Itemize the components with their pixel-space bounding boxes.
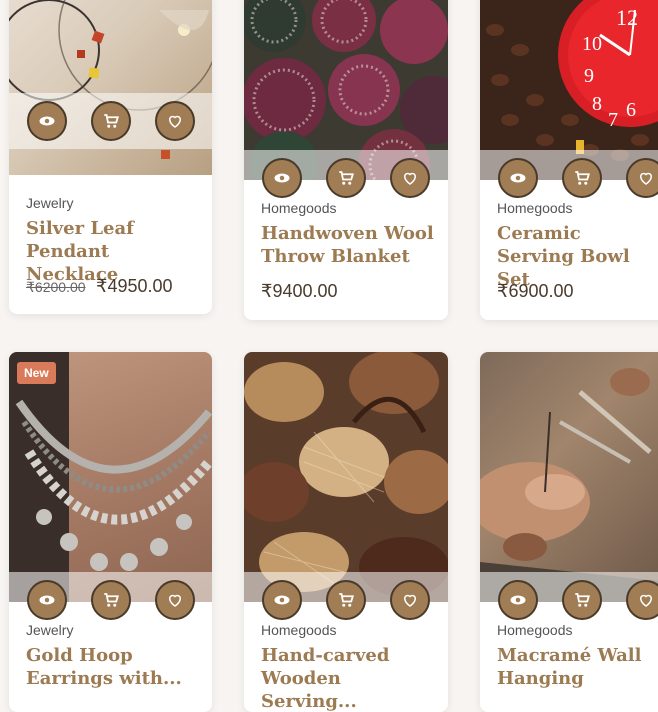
wishlist-button[interactable] <box>390 158 430 198</box>
add-to-cart-button[interactable] <box>91 580 131 620</box>
product-price: ₹9400.00 <box>261 281 338 301</box>
add-to-cart-button[interactable] <box>326 158 366 198</box>
cart-icon <box>575 171 590 185</box>
product-actions <box>9 572 212 620</box>
product-card[interactable]: Homegoods Handwoven Wool Throw Blanket ₹… <box>244 0 448 320</box>
product-title[interactable]: Hand-carved Wooden Serving... <box>261 644 438 712</box>
heart-icon <box>639 172 653 185</box>
eye-icon <box>39 116 55 126</box>
product-card[interactable]: Homegoods Hand-carved Wooden Serving... <box>244 352 448 712</box>
product-actions <box>480 572 658 620</box>
product-category: Homegoods <box>261 200 337 216</box>
product-card[interactable]: Jewelry Silver Leaf Pendant Necklace ₹62… <box>9 0 212 314</box>
cart-icon <box>104 593 119 607</box>
cart-icon <box>339 593 354 607</box>
view-button[interactable] <box>262 158 302 198</box>
product-title[interactable]: Macramé Wall Hanging <box>497 644 658 690</box>
view-button[interactable] <box>262 580 302 620</box>
eye-icon <box>510 595 526 605</box>
product-category: Jewelry <box>26 622 74 638</box>
product-price: ₹4950.00 <box>96 276 173 296</box>
heart-icon <box>403 594 417 607</box>
heart-icon <box>168 594 182 607</box>
product-category: Homegoods <box>497 200 573 216</box>
cart-icon <box>104 114 119 128</box>
product-price: ₹6900.00 <box>497 281 574 301</box>
svg-text:10: 10 <box>582 33 602 55</box>
original-price: ₹6200.00 <box>26 279 86 295</box>
product-title[interactable]: Gold Hoop Earrings with... <box>26 644 202 690</box>
wishlist-button[interactable] <box>626 158 658 198</box>
heart-icon <box>403 172 417 185</box>
product-image[interactable]: New <box>9 352 212 602</box>
earrings-photo <box>9 352 212 602</box>
wishlist-button[interactable] <box>390 580 430 620</box>
baskets-photo <box>244 352 448 597</box>
eye-icon <box>39 595 55 605</box>
add-to-cart-button[interactable] <box>562 158 602 198</box>
add-to-cart-button[interactable] <box>91 101 131 141</box>
view-button[interactable] <box>27 580 67 620</box>
product-image[interactable] <box>480 352 658 602</box>
product-category: Homegoods <box>497 622 573 638</box>
wishlist-button[interactable] <box>155 101 195 141</box>
product-image[interactable] <box>244 352 448 602</box>
cart-icon <box>575 593 590 607</box>
new-badge: New <box>17 362 56 384</box>
product-actions <box>244 572 448 620</box>
product-card[interactable]: Homegoods Macramé Wall Hanging <box>480 352 658 712</box>
product-actions <box>9 93 212 149</box>
wishlist-button[interactable] <box>155 580 195 620</box>
add-to-cart-button[interactable] <box>326 580 366 620</box>
eye-icon <box>510 173 526 183</box>
wishlist-button[interactable] <box>626 580 658 620</box>
product-actions <box>480 150 658 198</box>
cart-icon <box>339 171 354 185</box>
eye-icon <box>274 595 290 605</box>
view-button[interactable] <box>498 158 538 198</box>
product-card[interactable]: 12 10 9 8 7 6 Homegoods Ceramic Serving … <box>480 0 658 320</box>
product-actions <box>244 150 448 198</box>
product-card[interactable]: New Jewelry Gold Hoop Earrings with... <box>9 352 212 712</box>
eye-icon <box>274 173 290 183</box>
product-category: Jewelry <box>26 195 74 211</box>
heart-icon <box>168 115 182 128</box>
view-button[interactable] <box>498 580 538 620</box>
add-to-cart-button[interactable] <box>562 580 602 620</box>
view-button[interactable] <box>27 101 67 141</box>
product-title[interactable]: Handwoven Wool Throw Blanket <box>261 222 438 268</box>
svg-text:9: 9 <box>584 65 594 87</box>
pottery-photo <box>480 368 658 602</box>
svg-text:7: 7 <box>608 109 618 131</box>
product-category: Homegoods <box>261 622 337 638</box>
heart-icon <box>639 594 653 607</box>
svg-text:8: 8 <box>592 93 602 115</box>
svg-text:6: 6 <box>626 99 636 121</box>
